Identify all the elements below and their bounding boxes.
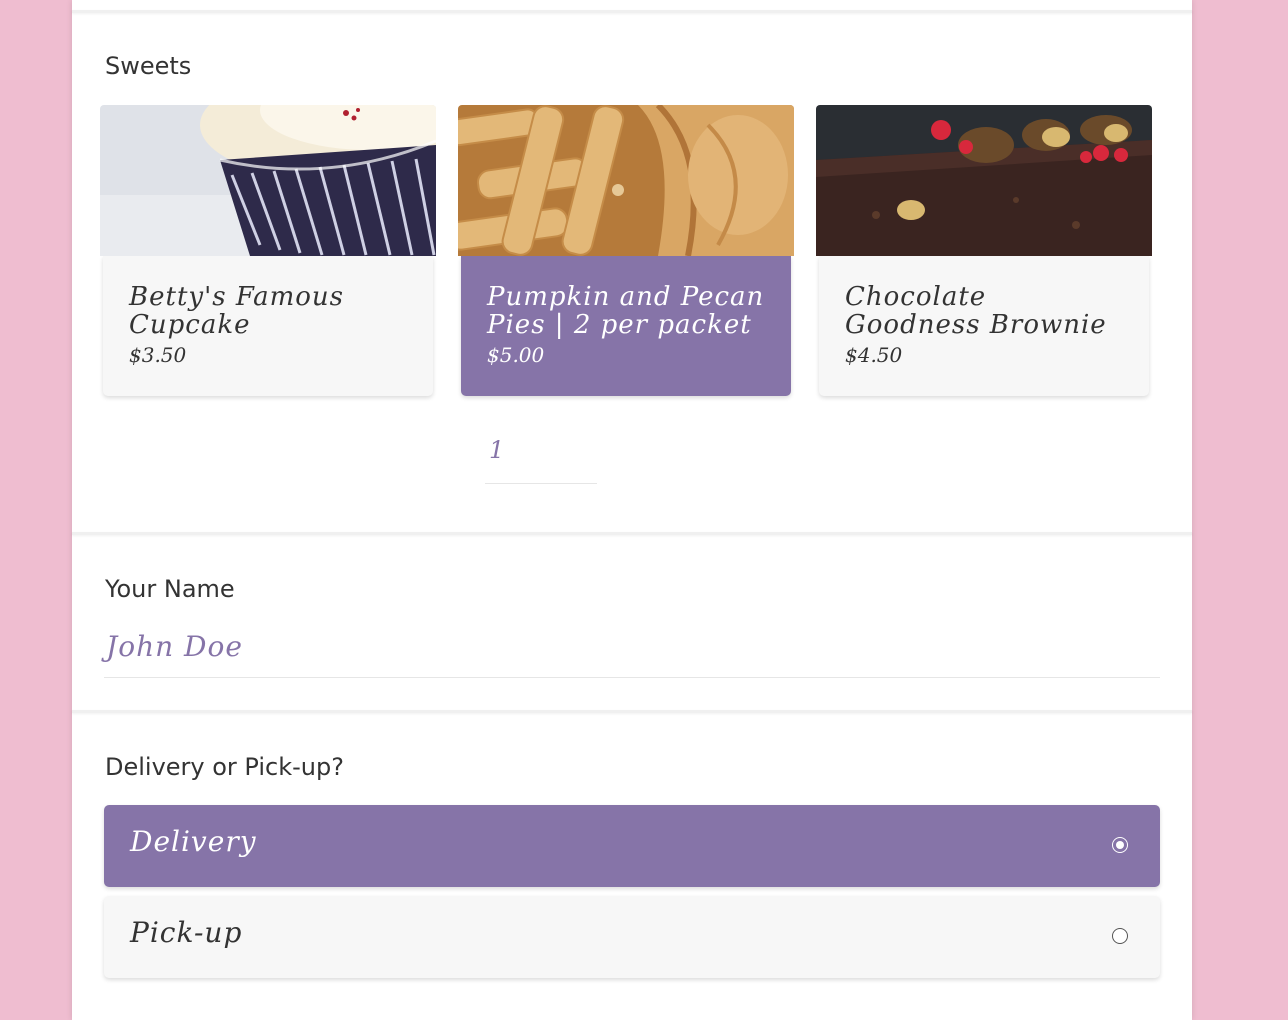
product-price: $3.50: [129, 343, 187, 367]
delivery-option[interactable]: Delivery: [104, 805, 1160, 887]
pie-photo: [458, 105, 794, 256]
section-divider: [72, 10, 1192, 13]
radio-button-checked[interactable]: [1112, 837, 1128, 853]
cupcake-photo: [100, 105, 436, 256]
name-input[interactable]: John Doe: [104, 622, 1160, 678]
product-name: Pumpkin and Pecan Pies | 2 per packet: [487, 282, 765, 340]
radio-button-unchecked[interactable]: [1112, 928, 1128, 944]
product-card-body: Betty's Famous Cupcake $3.50: [103, 256, 433, 396]
product-card-body: Pumpkin and Pecan Pies | 2 per packet $5…: [461, 256, 791, 396]
delivery-section-title: Delivery or Pick-up?: [105, 753, 344, 781]
form-page: Sweets Betty's Famous Cupcake $3.50 Pump…: [72, 0, 1192, 1020]
section-divider: [72, 710, 1192, 713]
sweets-section-title: Sweets: [105, 52, 192, 80]
product-name: Chocolate Goodness Brownie: [845, 282, 1107, 340]
section-divider: [72, 532, 1192, 535]
quantity-input[interactable]: 1: [485, 436, 597, 484]
product-card-brownie[interactable]: Chocolate Goodness Brownie $4.50: [816, 105, 1152, 396]
product-price: $5.00: [487, 343, 545, 367]
option-label: Delivery: [130, 825, 257, 858]
product-card-cupcake[interactable]: Betty's Famous Cupcake $3.50: [100, 105, 436, 396]
name-section-title: Your Name: [105, 575, 235, 603]
product-price: $4.50: [845, 343, 903, 367]
brownie-photo: [816, 105, 1152, 256]
pickup-option[interactable]: Pick-up: [104, 896, 1160, 978]
product-card-pie[interactable]: Pumpkin and Pecan Pies | 2 per packet $5…: [458, 105, 794, 396]
product-card-body: Chocolate Goodness Brownie $4.50: [819, 256, 1149, 396]
product-name: Betty's Famous Cupcake: [129, 282, 345, 340]
option-label: Pick-up: [130, 916, 243, 949]
